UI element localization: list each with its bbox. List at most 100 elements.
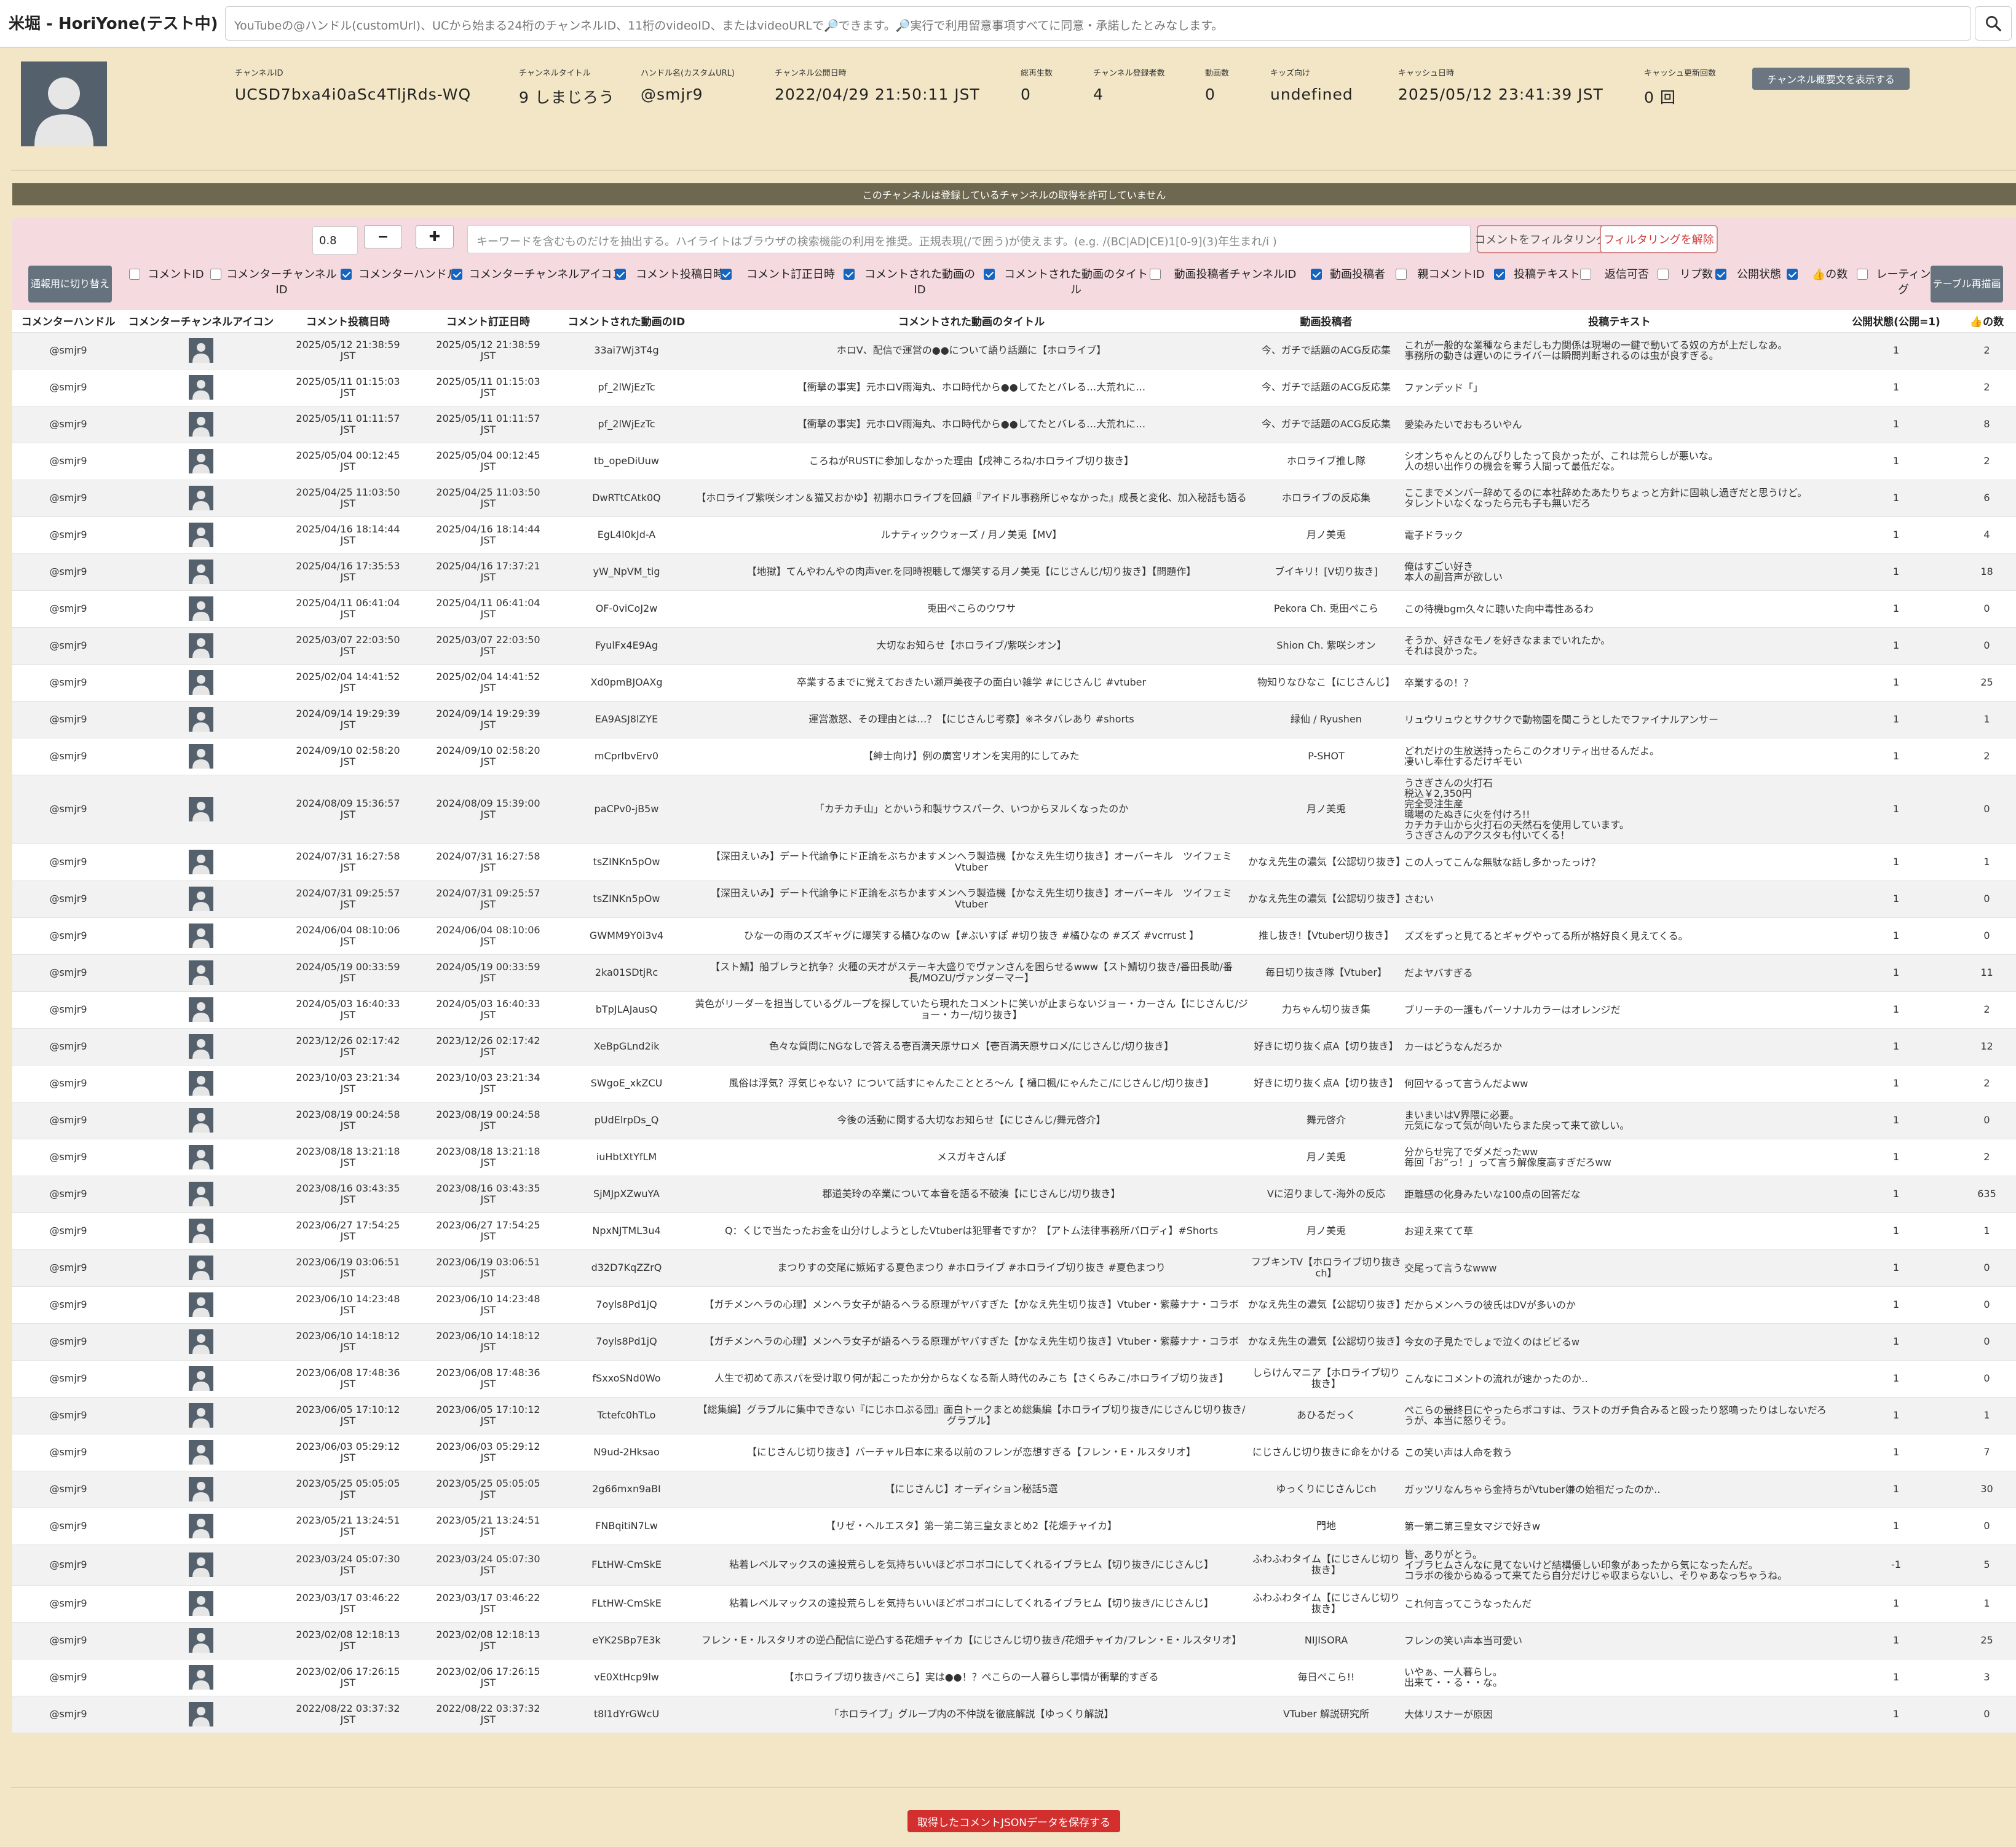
video-title[interactable]: 【衝撃の事実】元ホロV雨海丸、ホロ時代から●●してたとバレる…大荒れに…: [695, 369, 1248, 406]
avatar-icon[interactable]: [189, 1366, 213, 1391]
avatar-icon[interactable]: [189, 523, 213, 547]
commenter-handle[interactable]: @smjr9: [12, 775, 124, 844]
video-title[interactable]: 卒業するまでに覚えておきたい瀬戸美夜子の面白い雑学 #にじさんじ #vtuber: [695, 664, 1248, 702]
video-uploader[interactable]: 毎日ぺこら!!: [1248, 1659, 1404, 1696]
avatar-icon[interactable]: [189, 338, 213, 363]
checkbox[interactable]: [1150, 269, 1161, 280]
commenter-handle[interactable]: @smjr9: [12, 880, 124, 918]
video-id[interactable]: EA9ASJ8lZYE: [558, 701, 695, 738]
avatar-icon[interactable]: [189, 1329, 213, 1354]
apply-filter-button[interactable]: コメントをフィルタリング: [1474, 225, 1607, 253]
video-title[interactable]: 【深田えいみ】デート代論争にド正論をぶちかますメンヘラ製造機【かなえ先生切り抜き…: [695, 880, 1248, 918]
video-id[interactable]: Tctefc0hTLo: [558, 1397, 695, 1434]
video-uploader[interactable]: P-SHOT: [1248, 738, 1404, 775]
column-header[interactable]: コメントされた動画のID: [558, 310, 695, 333]
video-id[interactable]: FyulFx4E9Ag: [558, 627, 695, 665]
video-title[interactable]: 【深田えいみ】デート代論争にド正論をぶちかますメンヘラ製造機【かなえ先生切り抜き…: [695, 844, 1248, 881]
video-uploader[interactable]: 月ノ美兎: [1248, 1212, 1404, 1250]
checkbox[interactable]: [129, 269, 140, 280]
video-title[interactable]: 人生で初めて赤スパを受け取り何が起こったか分からなくなる新人時代のみこち【さくら…: [695, 1360, 1248, 1398]
video-uploader[interactable]: にじさんじ切り抜きに命をかける: [1248, 1434, 1404, 1471]
commenter-handle[interactable]: @smjr9: [12, 1323, 124, 1361]
video-id[interactable]: t8l1dYrGWcU: [558, 1696, 695, 1733]
video-uploader[interactable]: 門地: [1248, 1508, 1404, 1545]
commenter-handle[interactable]: @smjr9: [12, 1471, 124, 1508]
commenter-handle[interactable]: @smjr9: [12, 738, 124, 775]
minus-button[interactable]: −: [364, 225, 402, 248]
plus-button[interactable]: ✚: [416, 225, 454, 248]
checkbox[interactable]: [1857, 269, 1868, 280]
video-id[interactable]: fSxxoSNd0Wo: [558, 1360, 695, 1398]
video-title[interactable]: 兎田ぺこらのウワサ: [695, 590, 1248, 628]
video-uploader[interactable]: かなえ先生の濃気【公認切り抜き】: [1248, 1323, 1404, 1361]
avatar-icon[interactable]: [189, 1665, 213, 1690]
video-id[interactable]: FLtHW-CmSkE: [558, 1585, 695, 1623]
checkbox[interactable]: [1494, 269, 1505, 280]
video-uploader[interactable]: Vに沼りまして-海外の反応: [1248, 1176, 1404, 1213]
commenter-handle[interactable]: @smjr9: [12, 1102, 124, 1139]
video-uploader[interactable]: 今、ガチで話題のACG反応集: [1248, 406, 1404, 443]
video-uploader[interactable]: ゆっくりにじさんじch: [1248, 1471, 1404, 1508]
video-title[interactable]: 【地獄】てんやわんやの肉声ver.を同時視聴して爆笑する月ノ美兎【にじさんじ/切…: [695, 553, 1248, 591]
video-title[interactable]: ルナティックウォーズ / 月ノ美兎【MV】: [695, 516, 1248, 554]
keyword-input[interactable]: キーワードを含むものだけを抽出する。ハイライトはブラウザの検索機能の利用を推奨。…: [467, 225, 1471, 253]
checkbox[interactable]: [844, 269, 855, 280]
video-id[interactable]: 2ka01SDtjRc: [558, 954, 695, 992]
video-id[interactable]: FNBqitiN7Lw: [558, 1508, 695, 1545]
column-toggle[interactable]: コメントされた動画のID: [844, 267, 980, 298]
column-toggle[interactable]: コメント訂正日時: [721, 267, 845, 282]
commenter-handle[interactable]: @smjr9: [12, 369, 124, 406]
avatar-icon[interactable]: [189, 1071, 213, 1096]
checkbox[interactable]: [210, 269, 221, 280]
commenter-handle[interactable]: @smjr9: [12, 590, 124, 628]
column-header[interactable]: 👍の数: [1958, 310, 2016, 333]
video-id[interactable]: OF-0viCoJ2w: [558, 590, 695, 628]
checkbox[interactable]: [1658, 269, 1669, 280]
commenter-handle[interactable]: @smjr9: [12, 332, 124, 370]
commenter-handle[interactable]: @smjr9: [12, 1696, 124, 1733]
column-header[interactable]: コメントされた動画のタイトル: [695, 310, 1248, 333]
avatar-icon[interactable]: [189, 412, 213, 437]
video-uploader[interactable]: ホロライブ推し隊: [1248, 443, 1404, 480]
checkbox[interactable]: [1580, 269, 1591, 280]
column-header[interactable]: コメンターハンドル: [12, 310, 124, 333]
avatar-icon[interactable]: [189, 1219, 213, 1243]
column-header[interactable]: コメンターチャンネルアイコン: [124, 310, 278, 333]
avatar-icon[interactable]: [189, 1514, 213, 1538]
video-uploader[interactable]: Shion Ch. 紫咲シオン: [1248, 627, 1404, 665]
video-title[interactable]: 【ホロライブ切り抜き/ぺこら】実は●●！？ぺこらの一人暮らし事情が衝撃的すぎる: [695, 1659, 1248, 1696]
avatar-icon[interactable]: [189, 850, 213, 874]
commenter-handle[interactable]: @smjr9: [12, 1544, 124, 1586]
avatar-icon[interactable]: [189, 1034, 213, 1059]
avatar-icon[interactable]: [189, 670, 213, 695]
column-toggle[interactable]: 👍の数: [1787, 267, 1857, 282]
avatar-icon[interactable]: [189, 744, 213, 769]
video-title[interactable]: Q：くじで当たったお金を山分けしようとしたVtuberは犯罪者ですか？【アトム法…: [695, 1212, 1248, 1250]
commenter-handle[interactable]: @smjr9: [12, 1659, 124, 1696]
checkbox[interactable]: [341, 269, 352, 280]
video-uploader[interactable]: ふわふわタイム【にじさんじ切り抜き】: [1248, 1544, 1404, 1586]
checkbox[interactable]: [984, 269, 995, 280]
column-toggle[interactable]: コメンターチャンネルID: [210, 267, 337, 298]
video-title[interactable]: 【総集編】グラブルに集中できない『にじホロぶる団』面白トークまとめ総集編【ホロラ…: [695, 1397, 1248, 1434]
save-json-button[interactable]: 取得したコメントJSONデータを保存する: [907, 1810, 1120, 1832]
column-header[interactable]: 動画投稿者: [1248, 310, 1404, 333]
video-uploader[interactable]: 毎日切り抜き隊【Vtuber】: [1248, 954, 1404, 992]
video-title[interactable]: 【にじさんじ】オーディション秘話5選: [695, 1471, 1248, 1508]
avatar-icon[interactable]: [189, 1403, 213, 1428]
avatar-icon[interactable]: [189, 1628, 213, 1653]
avatar-icon[interactable]: [189, 1702, 213, 1726]
commenter-handle[interactable]: @smjr9: [12, 1622, 124, 1659]
video-id[interactable]: Xd0pmBJOAXg: [558, 664, 695, 702]
video-uploader[interactable]: 月ノ美兎: [1248, 775, 1404, 844]
video-uploader[interactable]: 今、ガチで話題のACG反応集: [1248, 332, 1404, 370]
video-uploader[interactable]: かなえ先生の濃気【公認切り抜き】: [1248, 1286, 1404, 1324]
commenter-handle[interactable]: @smjr9: [12, 443, 124, 480]
commenter-handle[interactable]: @smjr9: [12, 627, 124, 665]
commenter-handle[interactable]: @smjr9: [12, 701, 124, 738]
avatar-icon[interactable]: [189, 1591, 213, 1616]
checkbox[interactable]: [451, 269, 462, 280]
avatar-icon[interactable]: [189, 1440, 213, 1465]
column-toggle[interactable]: レーティング: [1857, 267, 1934, 298]
video-title[interactable]: 大切なお知らせ【ホロライブ/紫咲シオン】: [695, 627, 1248, 665]
